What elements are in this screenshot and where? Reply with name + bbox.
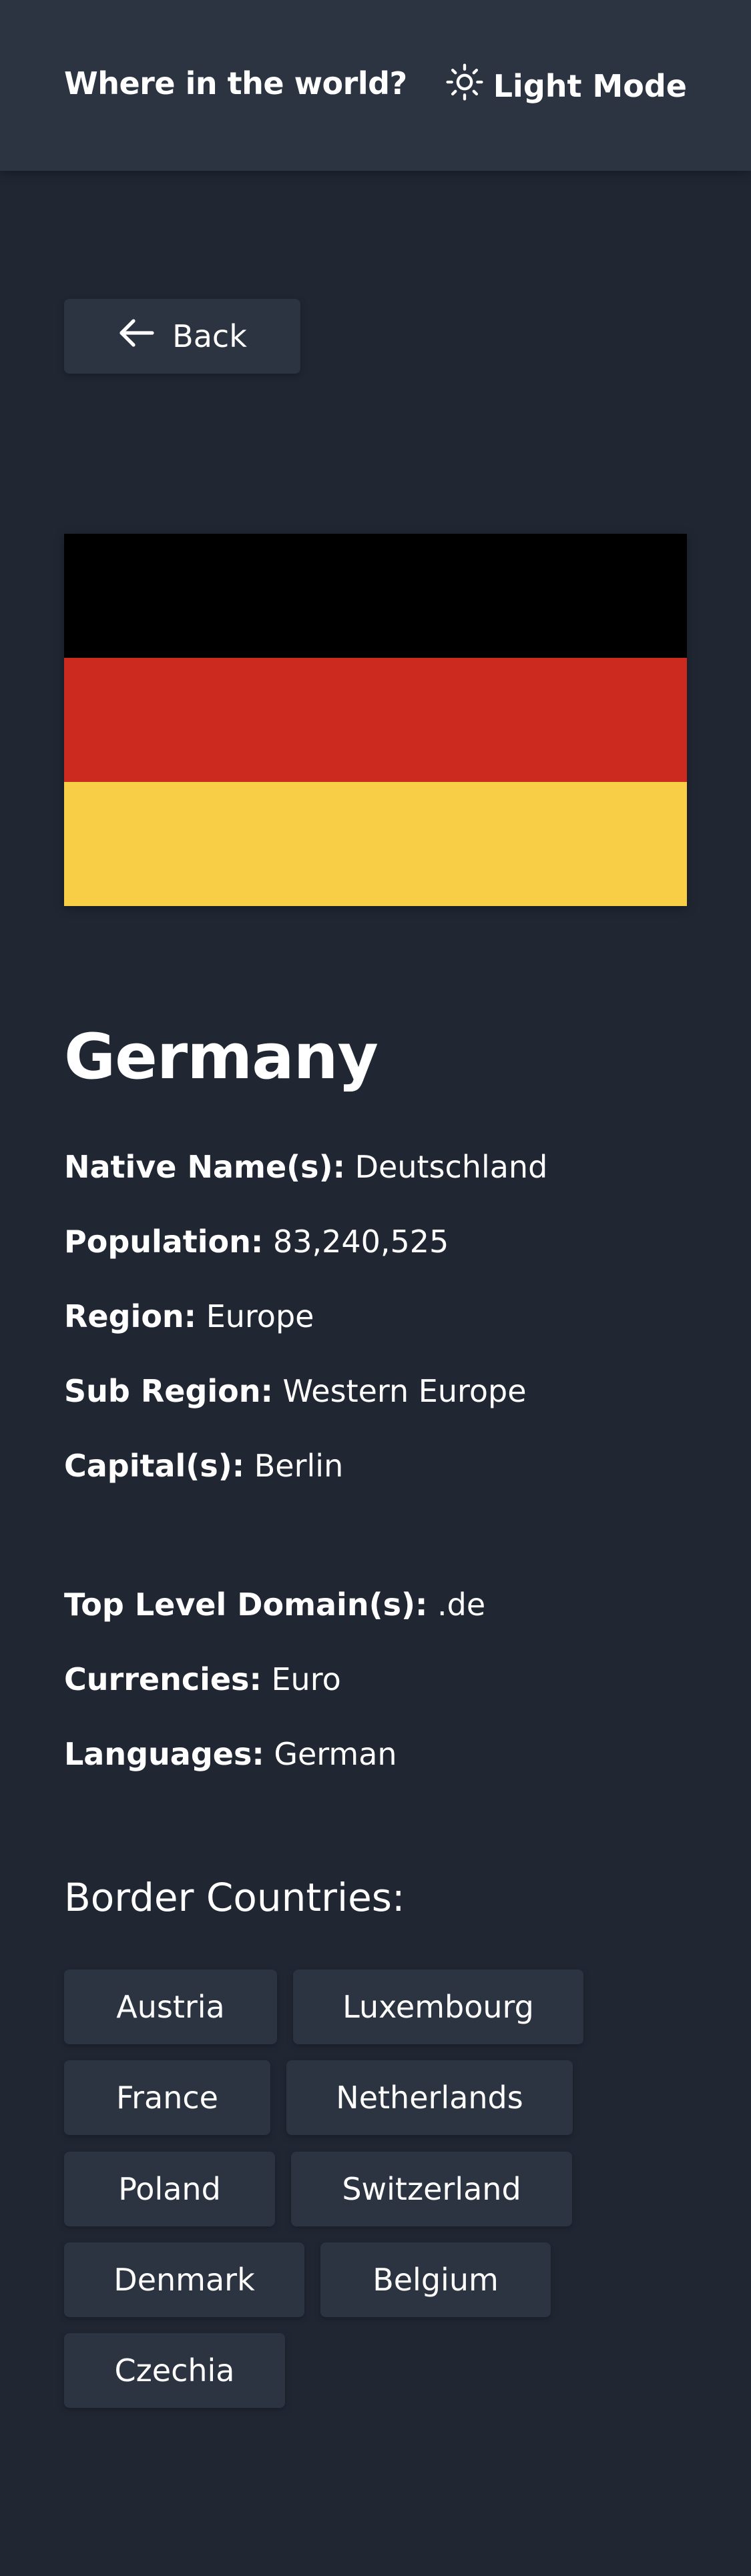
currencies-label: Currencies: xyxy=(64,1661,262,1697)
arrow-left-icon xyxy=(117,318,155,355)
theme-toggle-button[interactable]: Light Mode xyxy=(445,63,687,109)
back-button[interactable]: Back xyxy=(64,299,300,374)
population-label: Population: xyxy=(64,1224,264,1260)
sub-region-value: Western Europe xyxy=(282,1373,527,1409)
border-country-chip[interactable]: Czechia xyxy=(64,2333,285,2408)
native-name-value: Deutschland xyxy=(354,1149,548,1185)
population-value: 83,240,525 xyxy=(272,1224,449,1260)
border-country-chip[interactable]: Netherlands xyxy=(286,2060,573,2135)
capital-label: Capital(s): xyxy=(64,1448,245,1484)
border-country-chip[interactable]: Poland xyxy=(64,2152,275,2226)
top-level-domain-label: Top Level Domain(s): xyxy=(64,1587,428,1623)
native-name-label: Native Name(s): xyxy=(64,1149,345,1185)
app-title: Where in the world? xyxy=(64,65,407,101)
border-country-chip[interactable]: France xyxy=(64,2060,270,2135)
border-country-chip[interactable]: Austria xyxy=(64,1970,277,2044)
country-name: Germany xyxy=(64,1021,379,1094)
border-country-chip[interactable]: Belgium xyxy=(320,2242,551,2317)
languages-value: German xyxy=(274,1736,397,1772)
languages-label: Languages: xyxy=(64,1736,264,1772)
app-header: Where in the world? Light Mode xyxy=(0,0,751,171)
region-value: Europe xyxy=(206,1298,314,1334)
sun-icon xyxy=(445,63,484,109)
country-flag xyxy=(64,534,687,906)
capital-value: Berlin xyxy=(254,1448,344,1484)
border-country-chip[interactable]: Switzerland xyxy=(291,2152,572,2226)
region-row: Region: Europe xyxy=(64,1298,314,1334)
sub-region-row: Sub Region: Western Europe xyxy=(64,1373,527,1409)
flag-stripe-gold xyxy=(64,782,687,906)
border-country-chip[interactable]: Luxembourg xyxy=(293,1970,583,2044)
currencies-value: Euro xyxy=(271,1661,341,1697)
top-level-domain-value: .de xyxy=(437,1587,486,1623)
population-row: Population: 83,240,525 xyxy=(64,1224,449,1260)
currencies-row: Currencies: Euro xyxy=(64,1661,341,1697)
flag-stripe-red xyxy=(64,658,687,782)
languages-row: Languages: German xyxy=(64,1736,397,1772)
back-button-label: Back xyxy=(172,318,247,354)
top-level-domain-row: Top Level Domain(s): .de xyxy=(64,1587,485,1623)
region-label: Region: xyxy=(64,1298,197,1334)
sub-region-label: Sub Region: xyxy=(64,1373,273,1409)
capital-row: Capital(s): Berlin xyxy=(64,1448,343,1484)
border-countries-title: Border Countries: xyxy=(64,1875,405,1920)
flag-stripe-black xyxy=(64,534,687,658)
native-name-row: Native Name(s): Deutschland xyxy=(64,1149,547,1185)
theme-toggle-label: Light Mode xyxy=(493,67,687,104)
border-country-chip[interactable]: Denmark xyxy=(64,2242,304,2317)
